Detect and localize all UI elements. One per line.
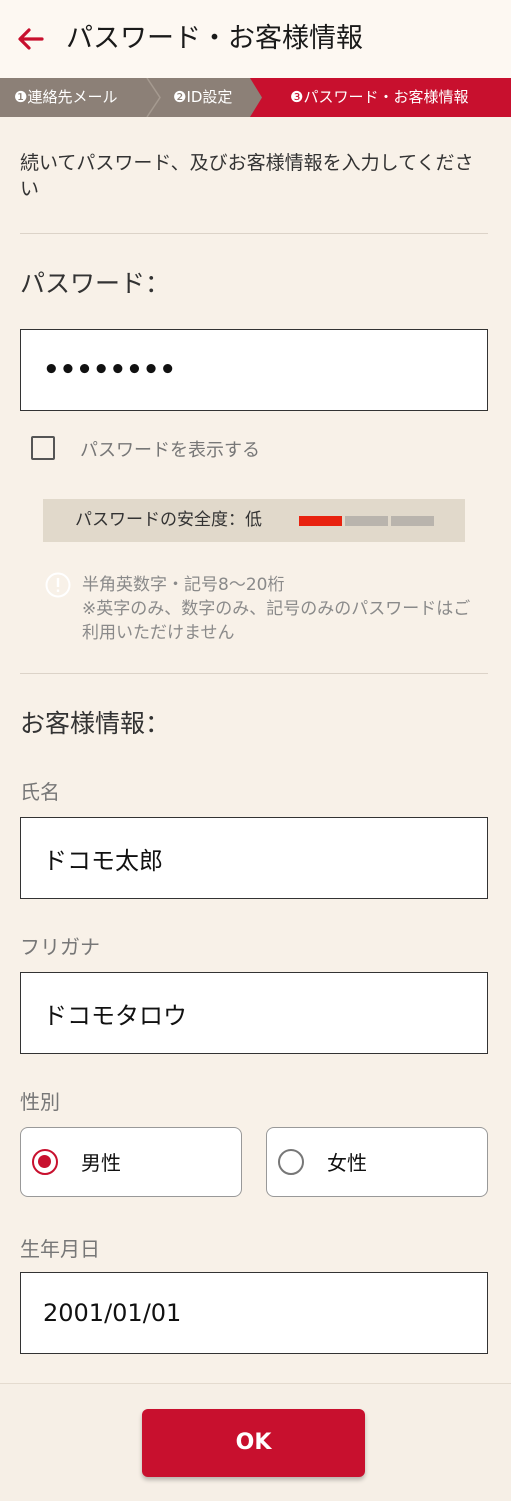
info-icon (45, 572, 71, 598)
name-value: ドコモ太郎 (43, 846, 163, 875)
password-section-title: パスワード： (20, 269, 171, 298)
step-indicator: ❶連絡先メール ❷ID設定 ❸パスワード・お客様情報 (0, 78, 511, 117)
strength-bar-2 (345, 516, 388, 526)
gender-option-female-label: 女性 (327, 1151, 367, 1175)
step-3-label: ❸パスワード・お客様情報 (290, 88, 469, 106)
password-hint-line-2: ※英字のみ、数字のみ、記号のみのパスワードはご利用いただけません (82, 599, 471, 643)
birthdate-value: 2001/01/01 (43, 1299, 182, 1327)
intro-text: 続いてパスワード、及びお客様情報を入力してください (20, 152, 474, 200)
divider (20, 233, 488, 234)
password-hint: 半角英数字・記号8〜20桁 ※英字のみ、数字のみ、記号のみのパスワードはご利用い… (82, 573, 482, 645)
strength-bar-1 (299, 516, 342, 526)
kana-input[interactable]: ドコモタロウ (20, 972, 488, 1054)
name-input[interactable]: ドコモ太郎 (20, 817, 488, 899)
kana-label: フリガナ (20, 935, 100, 959)
gender-label: 性別 (20, 1090, 60, 1114)
page-title: パスワード・お客様情報 (66, 23, 363, 54)
password-strength-label: パスワードの安全度：低 (75, 510, 262, 530)
step-2-label: ❷ID設定 (173, 88, 233, 106)
step-1-label: ❶連絡先メール (14, 88, 118, 106)
bottom-action-bar: OK (0, 1383, 511, 1501)
gender-option-female[interactable]: 女性 (266, 1127, 488, 1197)
strength-bar-3 (391, 516, 434, 526)
divider (20, 673, 488, 674)
ok-button[interactable]: OK (142, 1409, 365, 1477)
app-bar: パスワード・お客様情報 (0, 0, 511, 78)
show-password-checkbox[interactable] (31, 436, 55, 460)
back-button[interactable] (12, 20, 52, 60)
password-hint-line-1: 半角英数字・記号8〜20桁 (82, 575, 285, 595)
radio-selected-icon (32, 1149, 58, 1175)
arrow-left-icon (18, 28, 44, 50)
kana-value: ドコモタロウ (43, 1001, 187, 1030)
birthdate-input[interactable]: 2001/01/01 (20, 1272, 488, 1354)
gender-option-male[interactable]: 男性 (20, 1127, 242, 1197)
customer-section-title: お客様情報： (20, 709, 171, 738)
password-input[interactable]: •••••••• (20, 329, 488, 411)
radio-unselected-icon (278, 1149, 304, 1175)
name-label: 氏名 (20, 780, 60, 804)
password-value: •••••••• (43, 355, 176, 385)
birthdate-label: 生年月日 (20, 1237, 100, 1261)
show-password-label[interactable]: パスワードを表示する (80, 436, 260, 462)
gender-option-male-label: 男性 (81, 1151, 121, 1175)
password-strength-meter: パスワードの安全度：低 (43, 499, 465, 542)
